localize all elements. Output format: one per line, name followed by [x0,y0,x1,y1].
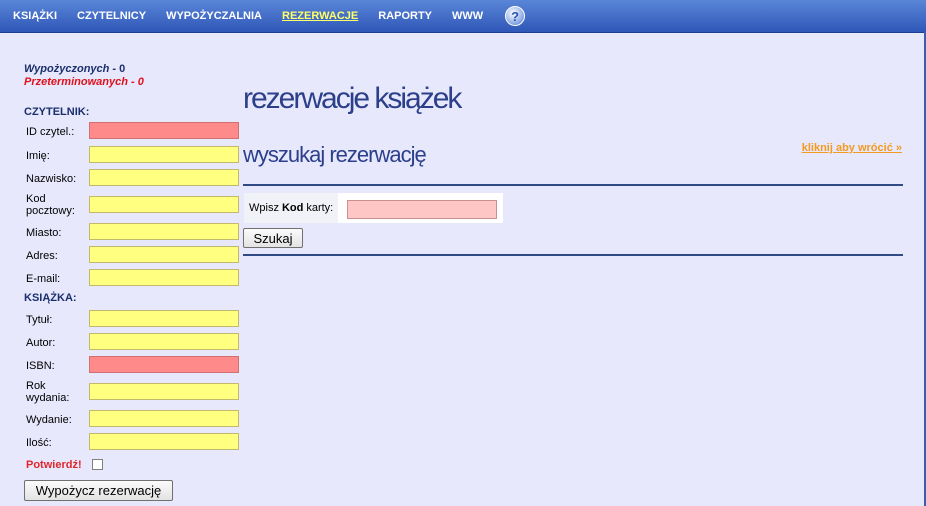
book-section-title: KSIĄŻKA: [24,292,77,304]
card-code-label-suffix: karty: [306,202,334,214]
nav-rezerwacje[interactable]: REZERWACJE [282,10,358,22]
confirm-checkbox[interactable] [92,459,103,470]
reader-id-label: ID czytel.: [26,126,75,138]
nav-wypozyczalnia[interactable]: WYPOŻYCZALNIA [166,10,262,22]
nav-www[interactable]: WWW [452,10,483,22]
borrowed-count: 0 [119,63,126,75]
help-icon[interactable]: ? [505,6,526,26]
quantity-label: Ilość: [26,437,52,449]
postal-code-input[interactable] [89,196,239,213]
overdue-stat: Przeterminowanych - 0 [24,76,144,88]
borrowed-stat: Wypożyczonych - 0 [24,63,144,75]
card-code-label-bold: Kod [281,202,304,214]
edition-input[interactable] [89,410,239,427]
back-link[interactable]: kliknij aby wrócić » [802,142,902,154]
nav-czytelnicy[interactable]: CZYTELNICY [77,10,146,22]
publication-year-label: Rok wydania: [26,380,70,404]
search-button[interactable]: Szukaj [243,228,303,248]
nav-ksiazki[interactable]: KSIĄŻKI [13,10,57,22]
email-label: E-mail: [26,273,61,285]
isbn-label: ISBN: [26,360,55,372]
loan-stats: Wypożyczonych - 0 Przeterminowanych - 0 [24,63,144,88]
edition-label: Wydanie: [26,414,72,426]
bottom-divider [243,254,903,256]
reader-id-input[interactable] [89,122,239,139]
card-code-input[interactable] [347,200,497,219]
borrowed-label: Wypożyczonych [24,63,110,75]
confirm-label: Potwierdź! [26,459,82,471]
card-code-label: Wpisz Kod karty: [244,193,338,223]
overdue-count: 0 [137,76,144,88]
city-input[interactable] [89,223,239,240]
section-subtitle: wyszukaj rezerwację [243,142,427,167]
lend-reservation-button[interactable]: Wypożycz rezerwację [24,480,173,501]
card-code-label-prefix: Wpisz [249,202,279,214]
address-label: Adres: [26,250,58,262]
first-name-input[interactable] [89,146,239,163]
reader-section-title: CZYTELNIK: [24,106,90,118]
nav-raporty[interactable]: RAPORTY [378,10,432,22]
author-label: Autor: [26,337,56,349]
title-input[interactable] [89,310,239,327]
isbn-input[interactable] [89,356,239,373]
top-nav: KSIĄŻKI CZYTELNICY WYPOŻYCZALNIA REZERWA… [0,0,926,33]
page-title: rezerwacje książek [243,82,462,115]
postal-code-label: Kod pocztowy: [26,193,75,217]
publication-year-input[interactable] [89,383,239,400]
borrowed-separator: - [109,63,120,75]
first-name-label: Imię: [26,150,50,162]
overdue-label: Przeterminowanych [24,76,128,88]
search-panel: Wpisz Kod karty: [244,193,503,223]
email-input[interactable] [89,269,239,286]
title-label: Tytuł: [26,314,53,326]
last-name-label: Nazwisko: [26,173,77,185]
quantity-input[interactable] [89,433,239,450]
overdue-separator: - [127,76,138,88]
address-input[interactable] [89,246,239,263]
top-divider [243,184,903,186]
city-label: Miasto: [26,227,62,239]
last-name-input[interactable] [89,169,239,186]
author-input[interactable] [89,333,239,350]
